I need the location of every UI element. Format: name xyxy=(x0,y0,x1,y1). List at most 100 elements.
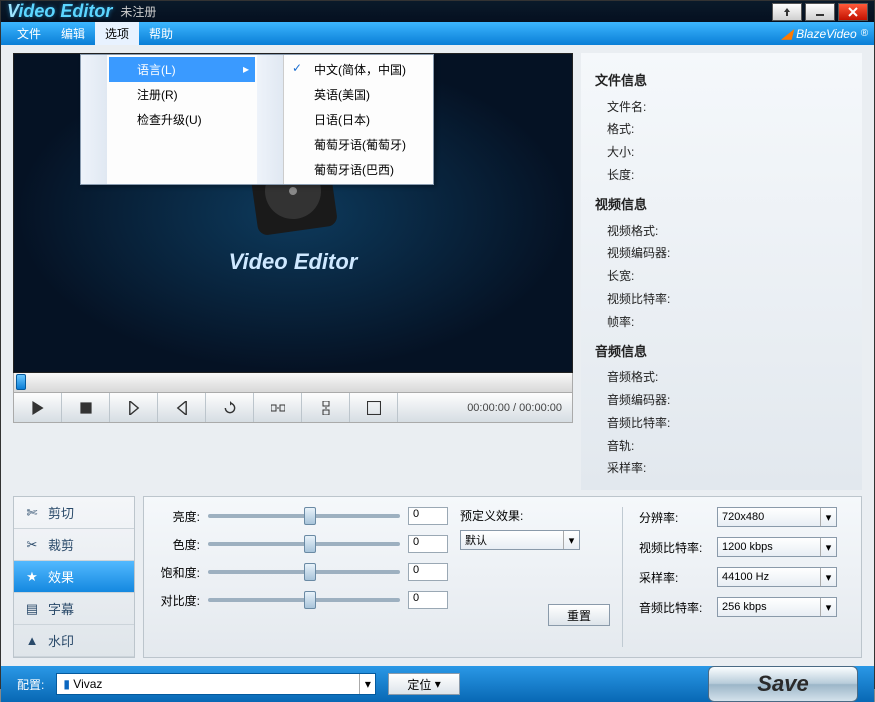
fullscreen-button[interactable] xyxy=(350,393,398,422)
menu-edit[interactable]: 编辑 xyxy=(51,22,95,45)
brightness-slider[interactable] xyxy=(208,514,400,518)
sample-label: 采样率: xyxy=(639,569,711,586)
timeline-slider[interactable] xyxy=(13,373,573,393)
brightness-label: 亮度: xyxy=(158,508,200,525)
footer-bar: 配置: ▮ Vivaz▾ 定位 ▾ Save xyxy=(1,666,874,702)
check-icon: ✓ xyxy=(292,61,302,75)
lang-zh-cn[interactable]: ✓中文(简体，中国) xyxy=(286,57,431,82)
mark-out-button[interactable] xyxy=(158,393,206,422)
lang-pt-pt[interactable]: 葡萄牙语(葡萄牙) xyxy=(286,132,431,157)
flip-v-button[interactable] xyxy=(302,393,350,422)
tab-crop[interactable]: ✂裁剪 xyxy=(14,529,134,561)
menu-bar: 文件 编辑 选项 帮助 ◢BlazeVideo® xyxy=(1,22,874,45)
effect-tabs: ✄剪切 ✂裁剪 ★效果 ▤字幕 ▲水印 xyxy=(13,496,135,658)
crop-icon: ✂ xyxy=(24,537,40,553)
scissors-icon: ✄ xyxy=(24,505,40,521)
pin-button[interactable] xyxy=(772,3,802,21)
saturation-value[interactable]: 0 xyxy=(408,563,448,581)
vbitrate-combo[interactable]: 1200 kbps▾ xyxy=(717,537,837,557)
brand-logo: ◢BlazeVideo® xyxy=(781,25,868,42)
preview-caption: Video Editor xyxy=(229,249,358,275)
video-format-label: 视频格式: xyxy=(595,220,848,243)
submenu-arrow-icon: ▸ xyxy=(243,62,249,76)
options-menu: 语言(L)▸ 注册(R) 检查升级(U) xyxy=(107,55,257,184)
minimize-button[interactable] xyxy=(805,3,835,21)
tab-watermark[interactable]: ▲水印 xyxy=(14,625,134,657)
preset-combo[interactable]: 默认▾ xyxy=(460,530,580,550)
hue-slider[interactable] xyxy=(208,542,400,546)
menu-register[interactable]: 注册(R) xyxy=(109,82,255,107)
contrast-value[interactable]: 0 xyxy=(408,591,448,609)
resolution-combo[interactable]: 720x480▾ xyxy=(717,507,837,527)
resolution-label: 分辨率: xyxy=(639,509,711,526)
menu-language[interactable]: 语言(L)▸ xyxy=(109,57,255,82)
close-button[interactable] xyxy=(838,3,868,21)
file-size-label: 大小: xyxy=(595,141,848,164)
profile-combo[interactable]: ▮ Vivaz▾ xyxy=(56,673,376,695)
rotate-button[interactable] xyxy=(206,393,254,422)
app-title: Video Editor xyxy=(7,1,112,22)
time-display: 00:00:00 / 00:00:00 xyxy=(457,402,572,414)
audio-track-label: 音轨: xyxy=(595,435,848,458)
mark-in-button[interactable] xyxy=(110,393,158,422)
tab-subtitle[interactable]: ▤字幕 xyxy=(14,593,134,625)
lang-ja-jp[interactable]: 日语(日本) xyxy=(286,107,431,132)
effect-panel: 亮度: 0 色度: 0 饱和度: 0 对比度: 0 预定义效果: 默认▾ 重置 分辨率:… xyxy=(143,496,862,658)
subtitle-icon: ▤ xyxy=(24,601,40,617)
audio-bitrate-label: 音频比特率: xyxy=(595,412,848,435)
watermark-icon: ▲ xyxy=(24,633,40,648)
options-dropdown: 语言(L)▸ 注册(R) 检查升级(U) ✓中文(简体，中国) 英语(美国) 日… xyxy=(80,54,434,185)
reset-button[interactable]: 重置 xyxy=(548,604,610,626)
menu-file[interactable]: 文件 xyxy=(7,22,51,45)
flip-h-button[interactable] xyxy=(254,393,302,422)
profile-label: 配置: xyxy=(17,676,44,693)
vbitrate-label: 视频比特率: xyxy=(639,539,711,556)
video-info-header: 视频信息 xyxy=(595,193,848,218)
saturation-label: 饱和度: xyxy=(158,564,200,581)
file-info-header: 文件信息 xyxy=(595,69,848,94)
file-format-label: 格式: xyxy=(595,118,848,141)
video-bitrate-label: 视频比特率: xyxy=(595,288,848,311)
abitrate-label: 音频比特率: xyxy=(639,599,711,616)
sample-combo[interactable]: 44100 Hz▾ xyxy=(717,567,837,587)
info-panel: 文件信息 文件名: 格式: 大小: 长度: 视频信息 视频格式: 视频编码器: … xyxy=(581,53,862,490)
preset-label: 预定义效果: xyxy=(460,507,610,524)
dropdown-icon: ▾ xyxy=(563,531,579,549)
file-length-label: 长度: xyxy=(595,164,848,187)
lang-pt-br[interactable]: 葡萄牙语(巴西) xyxy=(286,157,431,182)
file-name-label: 文件名: xyxy=(595,96,848,119)
lang-en-us[interactable]: 英语(美国) xyxy=(286,82,431,107)
hue-value[interactable]: 0 xyxy=(408,535,448,553)
audio-encoder-label: 音频编码器: xyxy=(595,389,848,412)
audio-format-label: 音频格式: xyxy=(595,366,848,389)
save-button[interactable]: Save xyxy=(708,666,858,702)
dropdown-icon: ▾ xyxy=(359,674,375,694)
brightness-value[interactable]: 0 xyxy=(408,507,448,525)
title-bar[interactable]: Video Editor 未注册 xyxy=(1,1,874,22)
menu-check-update[interactable]: 检查升级(U) xyxy=(109,107,255,132)
registration-status: 未注册 xyxy=(120,3,156,20)
audio-sample-label: 采样率: xyxy=(595,457,848,480)
player-controls: 00:00:00 / 00:00:00 xyxy=(13,393,573,423)
audio-info-header: 音频信息 xyxy=(595,340,848,365)
star-icon: ★ xyxy=(24,569,40,585)
tab-trim[interactable]: ✄剪切 xyxy=(14,497,134,529)
menu-options[interactable]: 选项 xyxy=(95,22,139,45)
hue-label: 色度: xyxy=(158,536,200,553)
contrast-slider[interactable] xyxy=(208,598,400,602)
locate-button[interactable]: 定位 ▾ xyxy=(388,673,459,695)
abitrate-combo[interactable]: 256 kbps▾ xyxy=(717,597,837,617)
tab-effect[interactable]: ★效果 xyxy=(14,561,134,593)
contrast-label: 对比度: xyxy=(158,592,200,609)
saturation-slider[interactable] xyxy=(208,570,400,574)
menu-help[interactable]: 帮助 xyxy=(139,22,183,45)
video-encoder-label: 视频编码器: xyxy=(595,242,848,265)
video-dim-label: 长宽: xyxy=(595,265,848,288)
flame-icon: ◢ xyxy=(781,25,792,42)
language-submenu: ✓中文(简体，中国) 英语(美国) 日语(日本) 葡萄牙语(葡萄牙) 葡萄牙语(… xyxy=(283,55,433,184)
stop-button[interactable] xyxy=(62,393,110,422)
timeline-knob[interactable] xyxy=(16,374,26,390)
app-window: Video Editor 未注册 文件 编辑 选项 帮助 ◢BlazeVideo… xyxy=(0,0,875,689)
play-button[interactable] xyxy=(14,393,62,422)
video-fps-label: 帧率: xyxy=(595,311,848,334)
